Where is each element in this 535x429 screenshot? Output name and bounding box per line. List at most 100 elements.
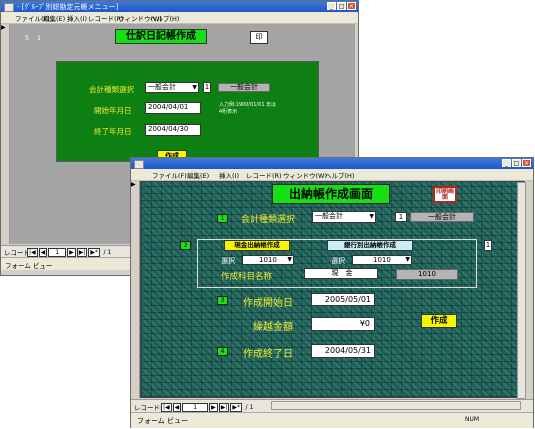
select-right-value: 1010 bbox=[373, 256, 391, 264]
first-record-button[interactable]: |◀ bbox=[27, 248, 38, 257]
back-titlebar: - [ｸﾞﾙｰﾌﾟ別総勘定元帳メニュー] _ □ × bbox=[1, 1, 358, 12]
record-number-input[interactable]: 1 bbox=[182, 403, 209, 412]
last-record-button[interactable]: ▶| bbox=[76, 248, 88, 257]
chevron-down-icon: ▼ bbox=[405, 256, 410, 263]
account-type-mark: 1 bbox=[203, 82, 211, 93]
record-number-input[interactable]: 1 bbox=[48, 248, 67, 257]
account-type-select[interactable]: 一般会計 ▼ bbox=[312, 211, 376, 223]
next-record-button[interactable]: ▶ bbox=[67, 248, 76, 257]
start-date-label: 作成開始日 bbox=[243, 298, 293, 309]
select-left-label: 選択 bbox=[221, 257, 235, 265]
back-print-button[interactable]: 印 bbox=[250, 31, 268, 44]
chevron-down-icon: ▼ bbox=[192, 84, 197, 91]
step-3-badge: 3 bbox=[217, 296, 228, 305]
menu-insert[interactable]: 挿入(I) bbox=[67, 13, 87, 23]
back-menubar: ファイル(F) 編集(E) 挿入(I) レコード(R) ウィンドウ(W) ヘルプ… bbox=[1, 12, 358, 24]
account-type-display: 一般会計 bbox=[218, 83, 270, 92]
new-record-button[interactable]: ▶* bbox=[230, 403, 242, 412]
front-titlebar: _ □ × bbox=[131, 158, 533, 169]
menu-records[interactable]: レコード(R) bbox=[246, 170, 282, 180]
front-teal-panel: 出納帳作成画面 印刷画面 1 会計種類選択 一般会計 ▼ 1 一般会計 2 現金… bbox=[140, 181, 526, 399]
maximize-button[interactable]: □ bbox=[337, 2, 346, 10]
record-selector[interactable]: ▶ bbox=[1, 24, 10, 244]
first-record-button[interactable]: |◀ bbox=[161, 403, 172, 412]
record-selector[interactable]: ▶ bbox=[131, 181, 140, 398]
last-record-button[interactable]: ▶| bbox=[218, 403, 230, 412]
front-record-label: レコード: bbox=[134, 404, 163, 412]
bank-book-tab[interactable]: 銀行別出納帳作成 bbox=[327, 240, 413, 251]
select-left-dropdown[interactable]: 1010 ▼ bbox=[242, 255, 294, 265]
close-button[interactable]: × bbox=[522, 159, 531, 167]
back-window-title: - [ｸﾞﾙｰﾌﾟ別総勘定元帳メニュー] bbox=[17, 3, 119, 11]
menu-help[interactable]: ヘルプ(H) bbox=[150, 13, 179, 23]
account-type-select[interactable]: 一般会計 ▼ bbox=[145, 82, 199, 93]
account-type-label: 会計種類選択 bbox=[241, 215, 296, 225]
front-record-total: / 1 bbox=[245, 404, 254, 411]
front-window: _ □ × ファイル(F) 編集(E) 挿入(I) レコード(R) ウィンドウ(… bbox=[130, 157, 534, 428]
start-date-note: 入力例:1900/01/01 年は4桁表示 bbox=[219, 102, 277, 115]
subject-code-field: 1010 bbox=[396, 269, 458, 280]
chevron-down-icon: ▼ bbox=[369, 213, 374, 220]
front-status-text: フォーム ビュー bbox=[137, 417, 189, 425]
end-date-input[interactable]: 2004/05/31 bbox=[311, 344, 375, 358]
ruler-number: 5 bbox=[25, 34, 30, 42]
end-date-label: 作成終了日 bbox=[243, 349, 293, 360]
panel-mark: 1 bbox=[484, 240, 492, 251]
ruler-number: 1 bbox=[37, 34, 42, 42]
app-icon bbox=[4, 3, 14, 12]
menu-help[interactable]: ヘルプ(H) bbox=[325, 170, 354, 180]
account-type-value: 一般会計 bbox=[148, 83, 176, 91]
front-page-title: 出納帳作成画面 bbox=[272, 184, 390, 204]
create-button[interactable]: 作成 bbox=[421, 314, 457, 328]
account-type-label: 会計種類選択 bbox=[89, 85, 134, 94]
back-record-total: / 1 bbox=[103, 249, 112, 256]
select-left-value: 1010 bbox=[259, 256, 277, 264]
back-status-text: フォーム ビュー bbox=[5, 262, 53, 270]
menu-insert[interactable]: 挿入(I) bbox=[219, 170, 239, 180]
start-date-input[interactable]: 2005/05/01 bbox=[311, 293, 375, 306]
cash-book-tab[interactable]: 現金出納帳作成 bbox=[224, 240, 290, 251]
front-record-nav: レコード: |◀ ◀ 1 ▶ ▶| ▶* / 1 bbox=[131, 399, 533, 412]
subject-name-field: 現 金 bbox=[304, 268, 378, 279]
start-date-label: 開始年月日 bbox=[94, 106, 132, 115]
front-menubar: ファイル(F) 編集(E) 挿入(I) レコード(R) ウィンドウ(W) ヘルプ… bbox=[131, 169, 533, 181]
back-page-title: 仕訳日記帳作成 bbox=[115, 29, 207, 44]
select-right-label: 選択 bbox=[331, 257, 345, 265]
app-icon bbox=[134, 160, 144, 169]
vertical-scrollbar[interactable] bbox=[517, 182, 526, 399]
num-lock-indicator: NUM bbox=[465, 416, 480, 423]
step-2-badge: 2 bbox=[180, 241, 191, 250]
account-type-mark: 1 bbox=[395, 212, 407, 222]
record-pointer-icon: ▶ bbox=[131, 181, 136, 188]
menu-edit[interactable]: 編集(E) bbox=[43, 13, 65, 23]
start-date-input[interactable]: 2004/04/01 bbox=[145, 102, 201, 114]
minimize-button[interactable]: _ bbox=[327, 2, 336, 10]
minimize-button[interactable]: _ bbox=[502, 159, 511, 167]
prev-record-button[interactable]: ◀ bbox=[38, 248, 48, 257]
select-right-dropdown[interactable]: 1010 ▼ bbox=[352, 255, 412, 265]
account-type-display: 一般会計 bbox=[410, 212, 474, 222]
front-record-buttons: |◀ ◀ 1 ▶ ▶| ▶* / 1 bbox=[161, 402, 253, 412]
subject-name-label: 作成科目名称 bbox=[221, 272, 273, 282]
menu-edit[interactable]: 編集(E) bbox=[187, 170, 209, 180]
prev-record-button[interactable]: ◀ bbox=[172, 403, 182, 412]
new-record-button[interactable]: ▶* bbox=[88, 248, 100, 257]
step-1-badge: 1 bbox=[217, 214, 228, 223]
print-screen-button[interactable]: 印刷画面 bbox=[433, 186, 457, 203]
account-type-value: 一般会計 bbox=[315, 212, 343, 220]
end-date-input[interactable]: 2004/04/30 bbox=[145, 124, 201, 136]
back-green-panel: 会計種類選択 一般会計 ▼ 1 一般会計 開始年月日 2004/04/01 入力… bbox=[56, 61, 319, 162]
close-button[interactable]: × bbox=[347, 2, 356, 10]
back-record-buttons: |◀ ◀ 1 ▶ ▶| ▶* / 1 bbox=[27, 247, 111, 257]
end-date-label: 終了年月日 bbox=[94, 127, 132, 136]
balance-label: 繰越金額 bbox=[253, 322, 293, 333]
record-pointer-icon: ▶ bbox=[1, 24, 6, 31]
front-status-bar: フォーム ビュー NUM bbox=[131, 412, 533, 428]
maximize-button[interactable]: □ bbox=[512, 159, 521, 167]
balance-input[interactable]: ¥0 bbox=[311, 317, 375, 331]
menu-file[interactable]: ファイル(F) bbox=[152, 170, 187, 180]
horizontal-scrollbar[interactable] bbox=[271, 401, 521, 410]
next-record-button[interactable]: ▶ bbox=[209, 403, 218, 412]
menu-window[interactable]: ウィンドウ(W) bbox=[283, 170, 327, 180]
step-4-badge: 4 bbox=[217, 347, 228, 356]
